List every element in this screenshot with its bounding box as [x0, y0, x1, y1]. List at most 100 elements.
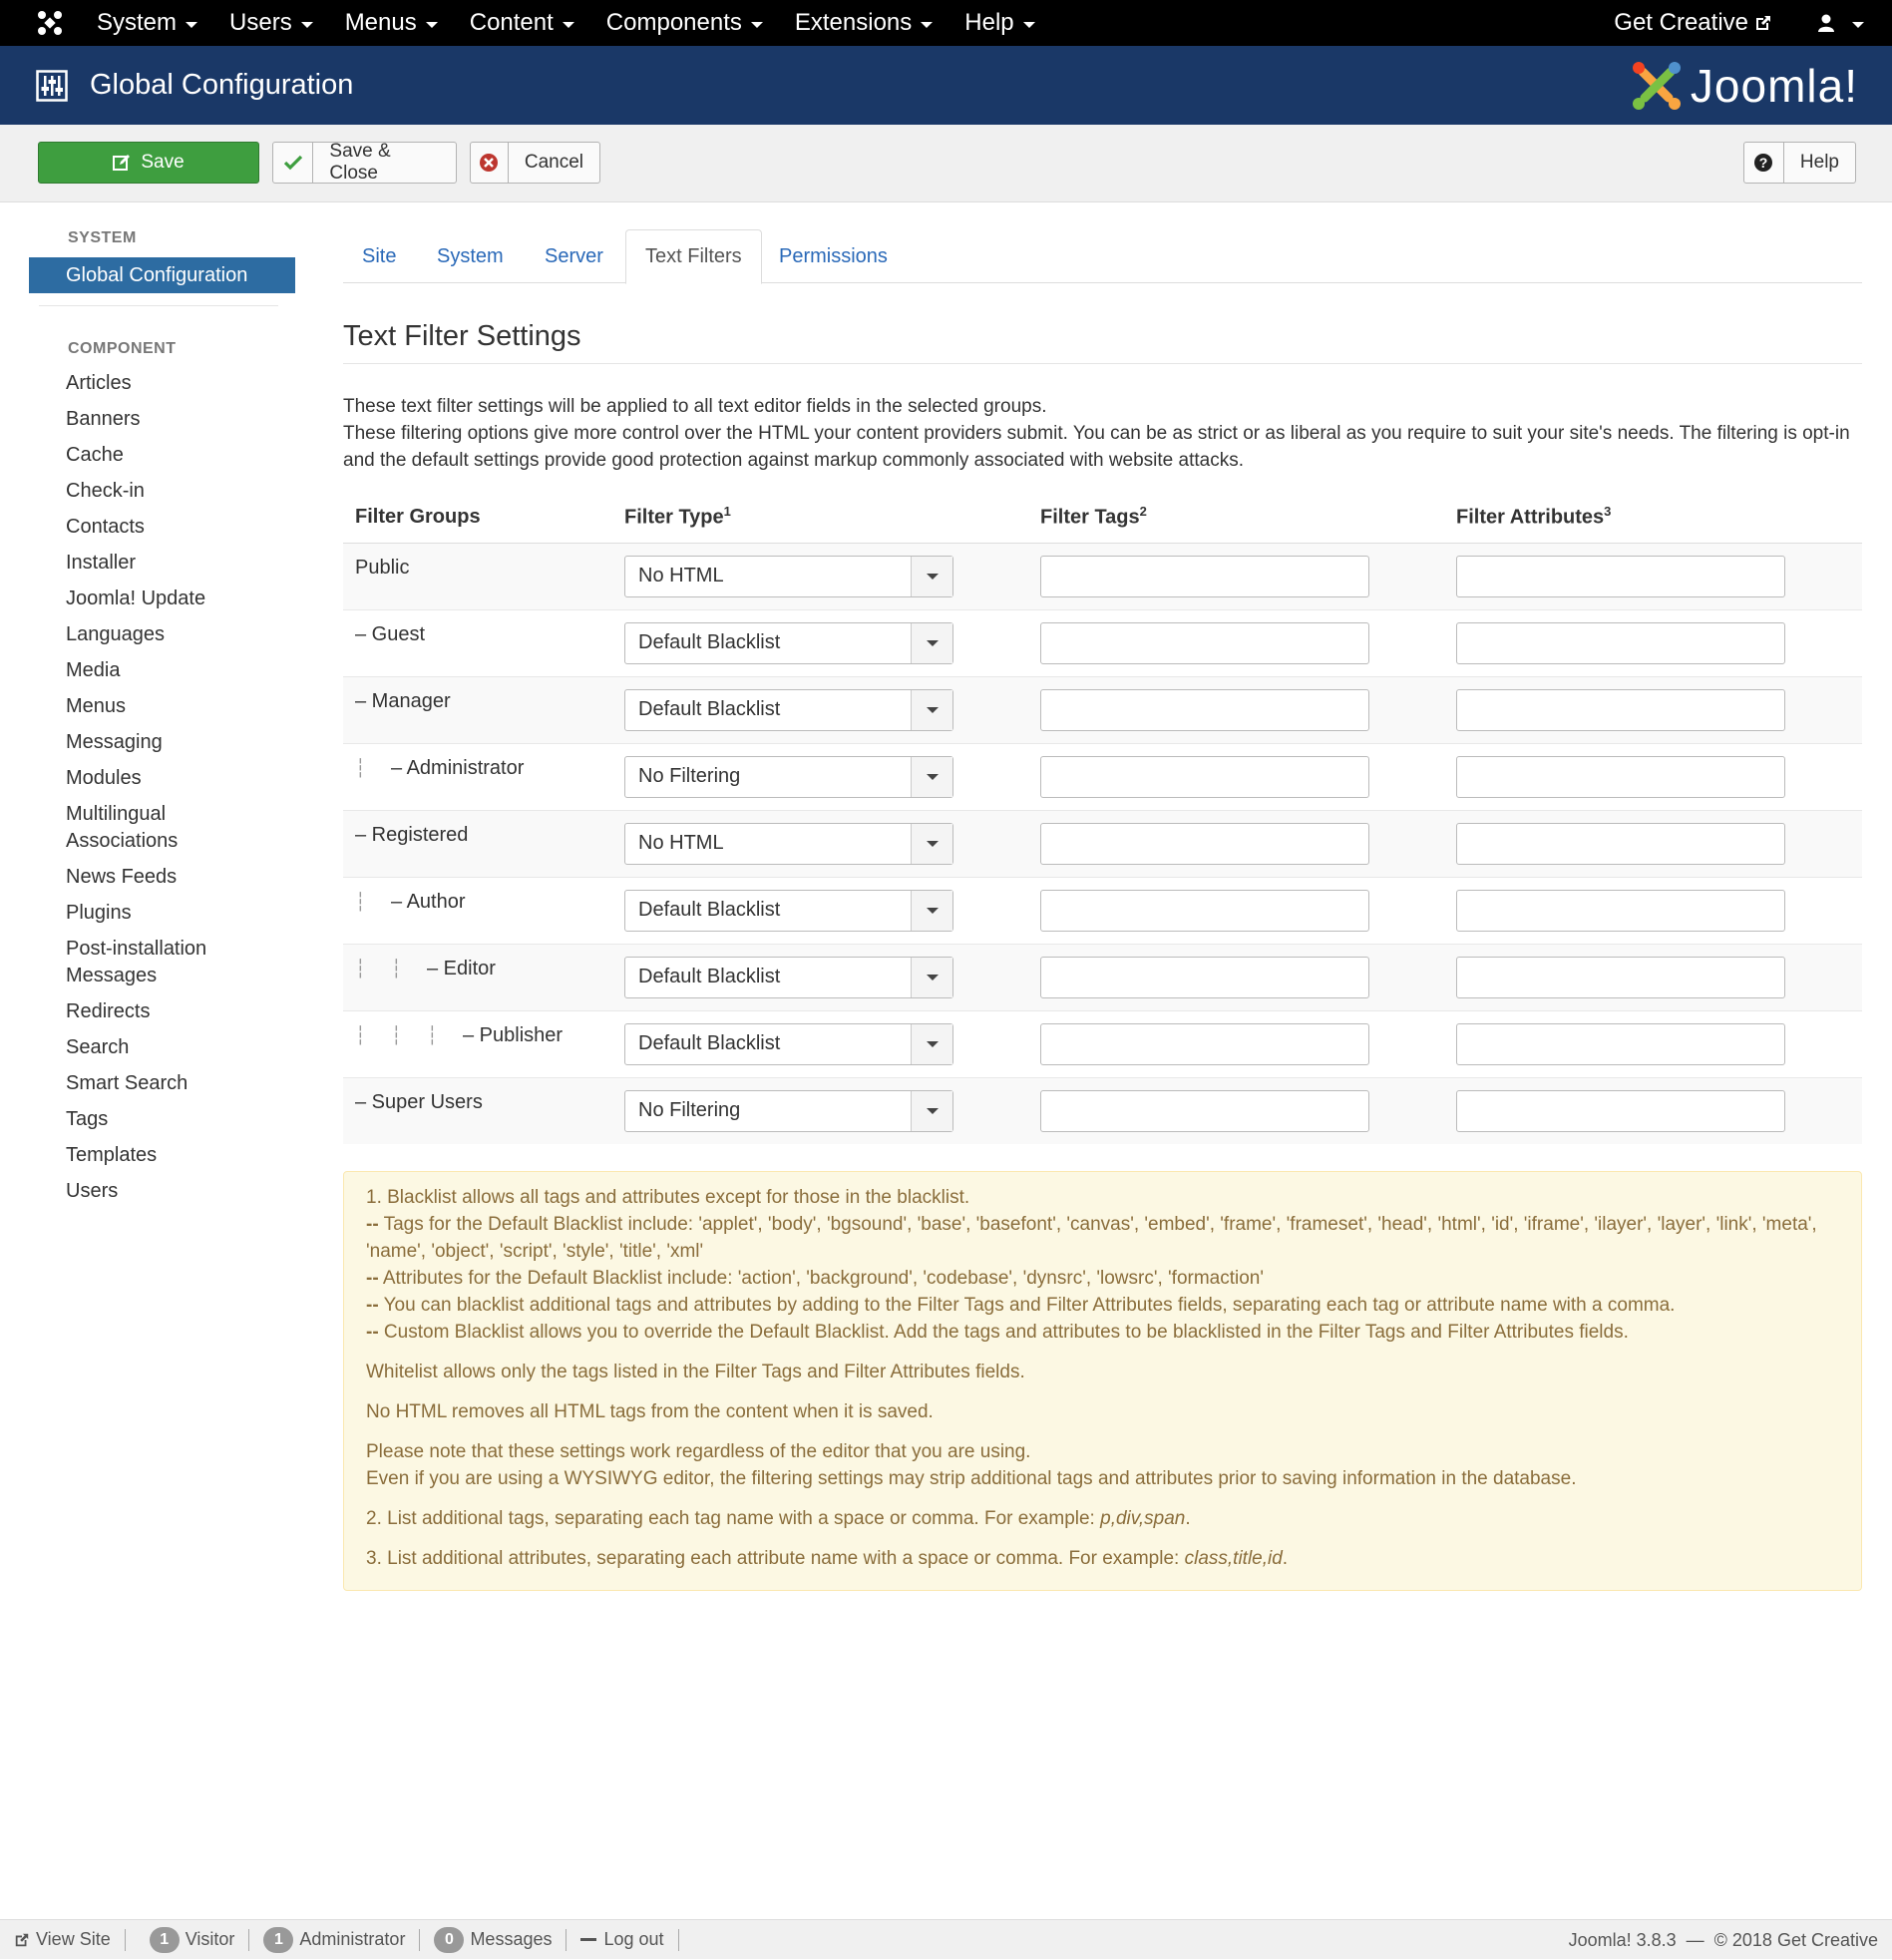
- filter-attributes-input[interactable]: [1456, 1089, 1785, 1132]
- filter-attributes-input[interactable]: [1456, 688, 1785, 731]
- filter-attributes-input[interactable]: [1456, 621, 1785, 664]
- dropdown-toggle[interactable]: [911, 1023, 952, 1064]
- sidebar-item-post-installation-messages[interactable]: Post-installation Messages: [66, 936, 225, 989]
- filter-type-value: Default Blacklist: [638, 899, 781, 921]
- sidebar-item-check-in[interactable]: Check-in: [66, 478, 296, 505]
- filter-attributes-input[interactable]: [1456, 822, 1785, 865]
- sidebar-item-news-feeds[interactable]: News Feeds: [66, 864, 296, 891]
- table-row: – Registered No HTML: [343, 809, 1862, 877]
- config-tabs: Site System Server Text Filters Permissi…: [343, 229, 1862, 284]
- cancel-button[interactable]: Cancel: [470, 142, 600, 184]
- filter-tags-input[interactable]: [1040, 621, 1369, 664]
- sidebar-item-messaging[interactable]: Messaging: [66, 729, 296, 756]
- sidebar-item-search[interactable]: Search: [66, 1034, 296, 1061]
- dropdown-toggle[interactable]: [911, 622, 952, 663]
- filter-type-select[interactable]: Default Blacklist: [624, 621, 953, 664]
- filter-type-value: Default Blacklist: [638, 966, 781, 987]
- filter-tags-input[interactable]: [1040, 755, 1369, 798]
- tab-text-filters[interactable]: Text Filters: [625, 229, 762, 284]
- menu-menus[interactable]: Menus: [345, 9, 438, 37]
- sidebar-item-smart-search[interactable]: Smart Search: [66, 1070, 296, 1097]
- sidebar-item-installer[interactable]: Installer: [66, 550, 296, 577]
- filter-type-cell: Default Blacklist: [612, 608, 1028, 676]
- joomla-logo-icon[interactable]: [25, 0, 75, 46]
- menu-system[interactable]: System: [97, 9, 198, 37]
- tab-server[interactable]: Server: [526, 229, 622, 283]
- menu-users[interactable]: Users: [229, 9, 313, 37]
- filter-group-cell: ┆ ┆ – Editor: [343, 943, 612, 1010]
- filter-tags-input[interactable]: [1040, 688, 1369, 731]
- sidebar-item-contacts[interactable]: Contacts: [66, 514, 296, 541]
- caret-down-icon: [926, 840, 939, 847]
- filter-type-select[interactable]: No HTML: [624, 555, 953, 597]
- messages-link[interactable]: 0 Messages: [420, 1926, 568, 1953]
- site-link[interactable]: Get Creative: [1614, 9, 1772, 37]
- dropdown-toggle[interactable]: [911, 890, 952, 931]
- dropdown-toggle[interactable]: [911, 957, 952, 997]
- sidebar-item-users[interactable]: Users: [66, 1178, 296, 1205]
- tab-site[interactable]: Site: [343, 229, 415, 283]
- sidebar-item-media[interactable]: Media: [66, 657, 296, 684]
- dropdown-toggle[interactable]: [911, 823, 952, 864]
- filter-attributes-cell: [1444, 809, 1862, 877]
- filter-type-select[interactable]: Default Blacklist: [624, 1022, 953, 1065]
- save-close-button[interactable]: Save & Close: [272, 141, 457, 184]
- sidebar-item-global-configuration[interactable]: Global Configuration: [29, 257, 295, 293]
- menu-content[interactable]: Content: [470, 9, 574, 37]
- filter-attributes-input[interactable]: [1456, 555, 1785, 597]
- filter-attributes-input[interactable]: [1456, 1022, 1785, 1065]
- filter-type-select[interactable]: Default Blacklist: [624, 688, 953, 731]
- note-blacklist: 1. Blacklist allows all tags and attribu…: [366, 1187, 1817, 1343]
- sidebar-item-plugins[interactable]: Plugins: [66, 900, 296, 927]
- dropdown-toggle[interactable]: [911, 556, 952, 596]
- sidebar-item-multilingual-associations[interactable]: Multilingual Associations: [66, 801, 225, 855]
- filter-type-select[interactable]: No HTML: [624, 822, 953, 865]
- tab-permissions[interactable]: Permissions: [760, 229, 907, 283]
- filter-attributes-input[interactable]: [1456, 889, 1785, 932]
- dropdown-toggle[interactable]: [911, 756, 952, 797]
- view-site-link[interactable]: View Site: [0, 1928, 126, 1951]
- filter-tags-input[interactable]: [1040, 555, 1369, 597]
- tab-system[interactable]: System: [418, 229, 523, 283]
- filter-type-cell: No Filtering: [612, 1076, 1028, 1144]
- filter-tags-input[interactable]: [1040, 1089, 1369, 1132]
- header-filter-type: Filter Type1: [612, 492, 1028, 544]
- filter-tags-cell: [1028, 1009, 1444, 1077]
- filter-tags-input[interactable]: [1040, 822, 1369, 865]
- dropdown-toggle[interactable]: [911, 1090, 952, 1131]
- filter-tags-input[interactable]: [1040, 889, 1369, 932]
- menu-help[interactable]: Help: [964, 9, 1035, 37]
- dropdown-toggle[interactable]: [911, 689, 952, 730]
- filter-type-select[interactable]: No Filtering: [624, 755, 953, 798]
- sidebar-item-banners[interactable]: Banners: [66, 406, 296, 433]
- filter-tags-input[interactable]: [1040, 956, 1369, 998]
- sidebar-item-articles[interactable]: Articles: [66, 370, 296, 397]
- filter-group-cell: – Super Users: [343, 1076, 612, 1144]
- logout-link[interactable]: Log out: [567, 1928, 679, 1951]
- help-button[interactable]: ? Help: [1743, 142, 1856, 184]
- filter-type-select[interactable]: Default Blacklist: [624, 956, 953, 998]
- filter-type-select[interactable]: No Filtering: [624, 1089, 953, 1132]
- sidebar-item-tags[interactable]: Tags: [66, 1106, 296, 1133]
- caret-down-icon: [926, 773, 939, 780]
- sidebar-item-cache[interactable]: Cache: [66, 442, 296, 469]
- filter-type-cell: No HTML: [612, 809, 1028, 877]
- sidebar-item-joomla-update[interactable]: Joomla! Update: [66, 586, 296, 612]
- sidebar-item-menus[interactable]: Menus: [66, 693, 296, 720]
- filter-attributes-input[interactable]: [1456, 956, 1785, 998]
- menu-components[interactable]: Components: [606, 9, 763, 37]
- menu-extensions[interactable]: Extensions: [795, 9, 934, 37]
- sidebar-item-languages[interactable]: Languages: [66, 621, 296, 648]
- sidebar-item-templates[interactable]: Templates: [66, 1142, 296, 1169]
- filter-tags-input[interactable]: [1040, 1022, 1369, 1065]
- sidebar-item-redirects[interactable]: Redirects: [66, 998, 296, 1025]
- filter-attributes-input[interactable]: [1456, 755, 1785, 798]
- sidebar-item-modules[interactable]: Modules: [66, 765, 296, 792]
- filter-type-select[interactable]: Default Blacklist: [624, 889, 953, 932]
- save-button[interactable]: Save: [38, 142, 259, 184]
- filter-attributes-cell: [1444, 876, 1862, 944]
- caret-down-icon: [926, 907, 939, 914]
- filter-tags-cell: [1028, 876, 1444, 944]
- tree-indent-icon: ┆: [427, 1025, 438, 1045]
- user-menu[interactable]: [1816, 13, 1864, 33]
